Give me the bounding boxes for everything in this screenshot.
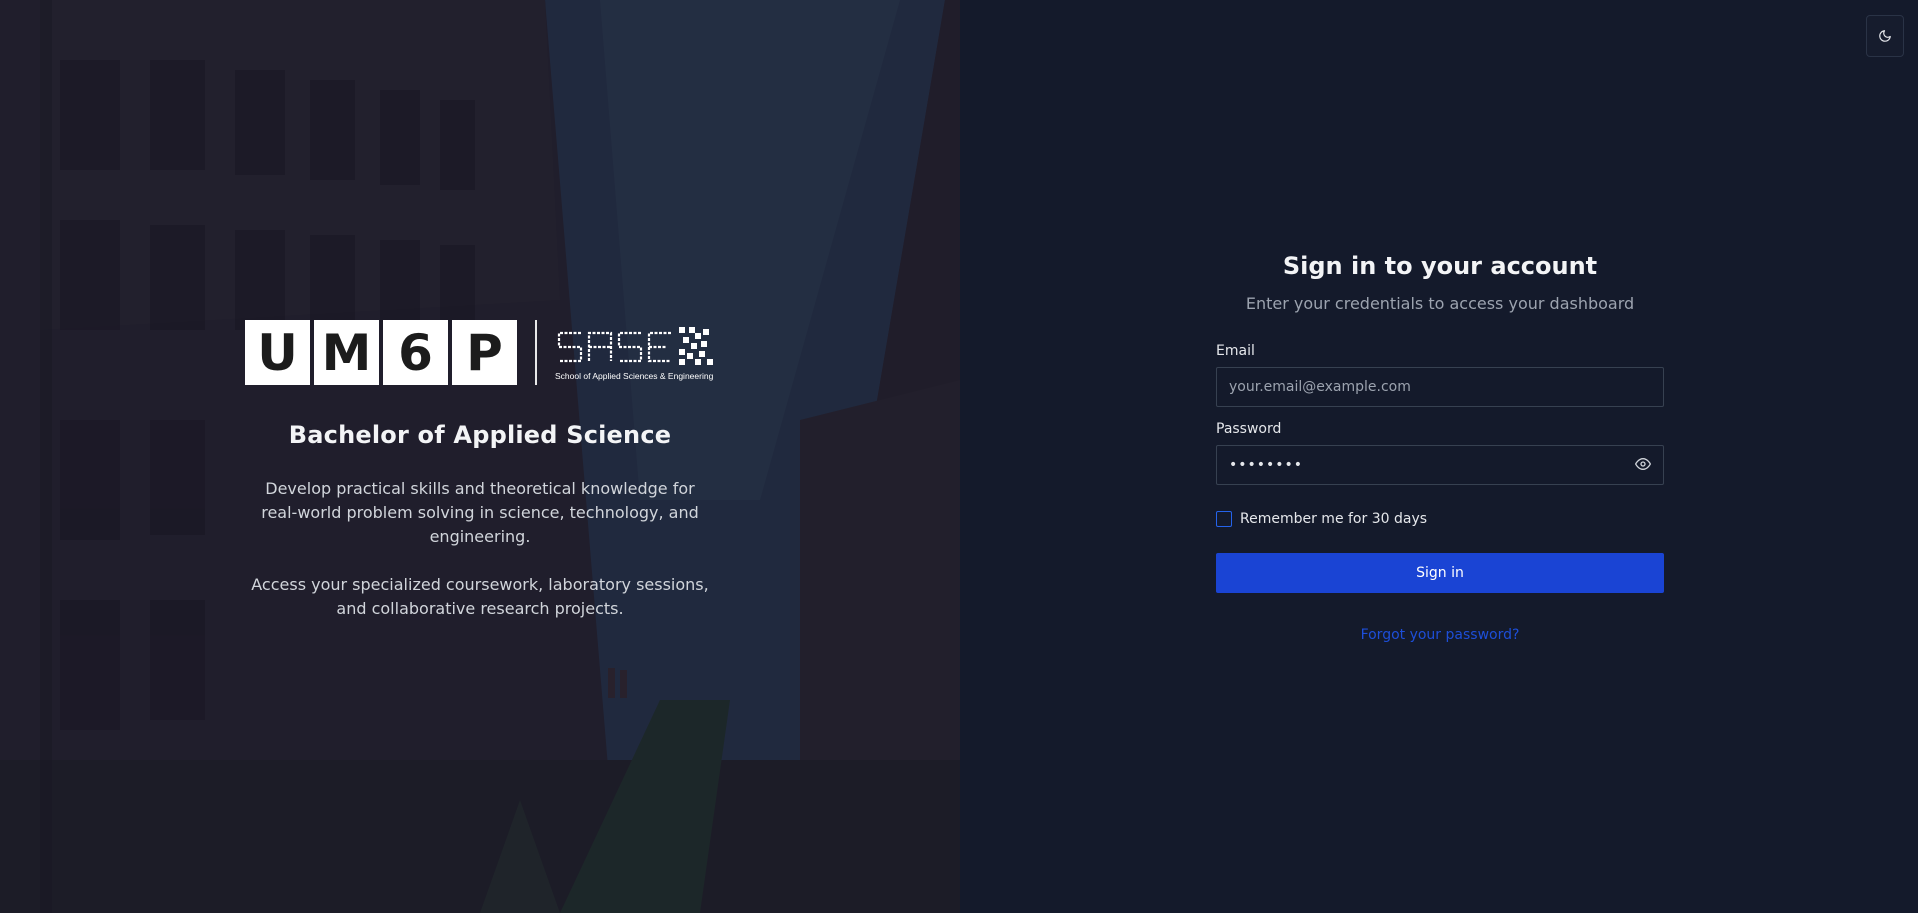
signin-panel: Sign in to your account Enter your crede… xyxy=(960,0,1918,913)
sase-wordmark xyxy=(557,326,713,365)
hero-panel: U M 6 P School of Applied Sciences & Eng… xyxy=(0,0,960,913)
signin-button[interactable]: Sign in xyxy=(1216,553,1664,593)
logo-divider xyxy=(535,320,537,385)
email-label: Email xyxy=(1216,343,1255,359)
password-field-wrapper xyxy=(1216,437,1664,485)
program-title: Bachelor of Applied Science xyxy=(288,421,672,449)
program-access-description: Access your specialized coursework, labo… xyxy=(251,575,709,618)
remember-me-label[interactable]: Remember me for 30 days xyxy=(1240,511,1427,527)
program-description: Develop practical skills and theoretical… xyxy=(261,479,699,546)
password-label: Password xyxy=(1216,421,1282,437)
remember-me-row: Remember me for 30 days xyxy=(1216,511,1664,527)
logo-letter: M xyxy=(314,320,379,385)
remember-me-checkbox[interactable] xyxy=(1216,511,1232,527)
um6p-logo: U M 6 P xyxy=(245,320,517,385)
university-logo: U M 6 P School of Applied Sciences & Eng… xyxy=(245,320,715,385)
signin-form: Sign in to your account Enter your crede… xyxy=(1216,252,1664,643)
password-field[interactable] xyxy=(1216,445,1664,485)
logo-letter: P xyxy=(452,320,517,385)
logo-letter: U xyxy=(245,320,310,385)
email-field[interactable] xyxy=(1216,367,1664,407)
forgot-password-link[interactable]: Forgot your password? xyxy=(1216,627,1664,643)
form-title: Sign in to your account xyxy=(1282,252,1598,280)
logo-letter: 6 xyxy=(383,320,448,385)
theme-toggle-button[interactable] xyxy=(1866,15,1904,57)
sase-subtitle: School of Applied Sciences & Engineering xyxy=(555,370,714,381)
form-subtitle: Enter your credentials to access your da… xyxy=(1245,294,1635,313)
hero-content: U M 6 P School of Applied Sciences & Eng… xyxy=(240,320,720,621)
moon-icon xyxy=(1879,30,1891,42)
login-page: U M 6 P School of Applied Sciences & Eng… xyxy=(0,0,1918,913)
sase-logo: School of Applied Sciences & Engineering xyxy=(555,325,715,381)
eye-icon[interactable] xyxy=(1634,456,1652,472)
